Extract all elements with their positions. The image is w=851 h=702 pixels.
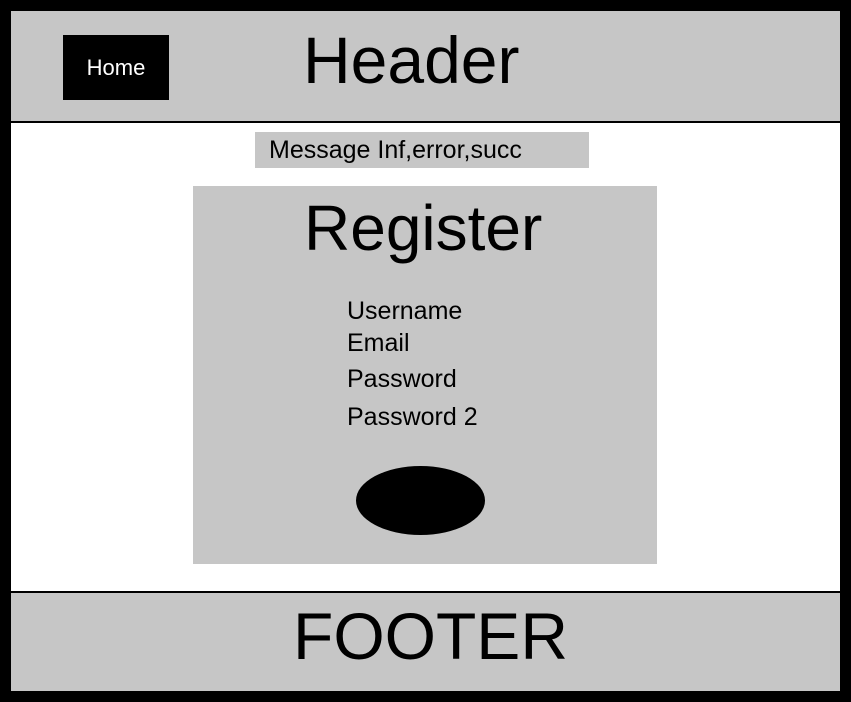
page-frame: Home Header Message Inf,error,succ Regis… [0, 0, 851, 702]
home-button[interactable]: Home [63, 35, 169, 100]
footer-title: FOOTER [293, 599, 568, 673]
header-bar: Home Header [11, 11, 840, 123]
password-confirm-field[interactable]: Password 2 [347, 405, 478, 430]
footer-bar: FOOTER [11, 591, 840, 691]
username-field[interactable]: Username [347, 299, 462, 324]
email-field[interactable]: Email [347, 331, 410, 356]
password-field[interactable]: Password [347, 367, 457, 392]
message-banner: Message Inf,error,succ [255, 132, 589, 168]
register-title: Register [304, 192, 543, 264]
header-title: Header [303, 23, 520, 97]
register-panel: Register Username Email Password Passwor… [193, 186, 657, 564]
register-submit-button[interactable] [356, 466, 485, 535]
